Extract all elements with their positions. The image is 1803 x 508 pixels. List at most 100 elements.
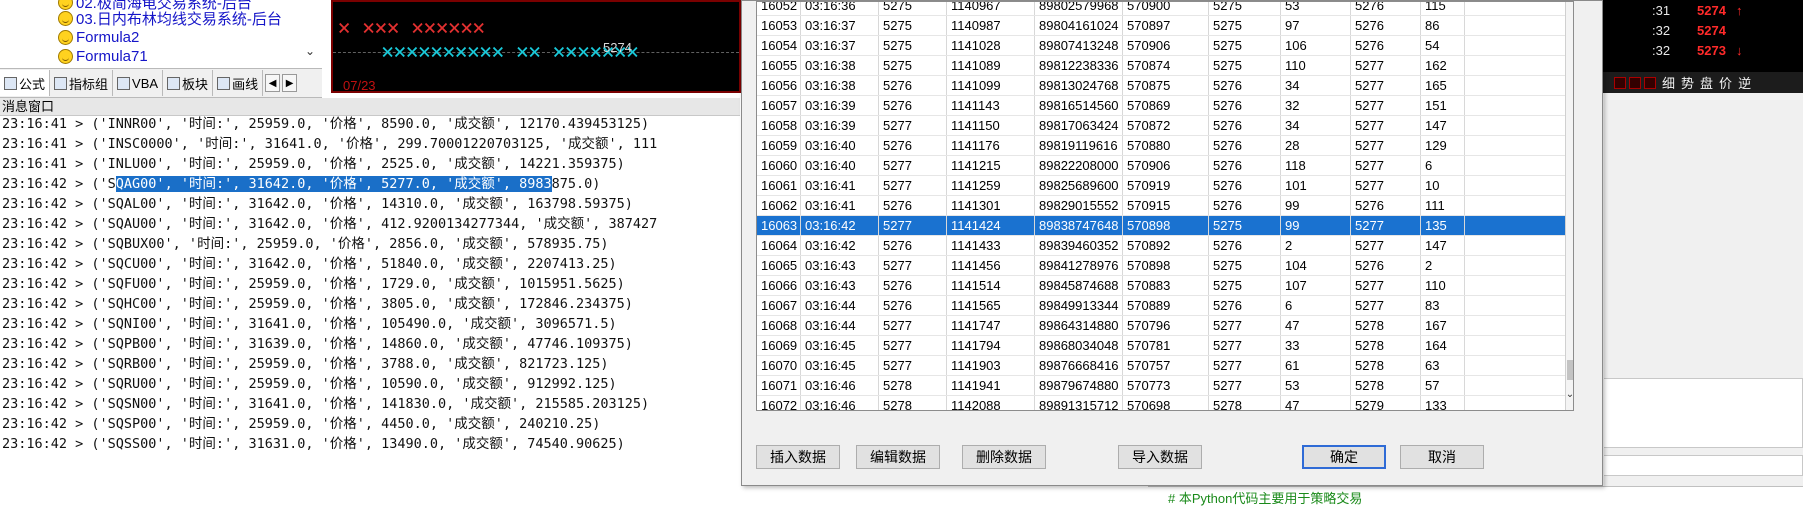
tab-vba[interactable]: VBA [113,70,164,96]
tabs-next-icon[interactable]: ▶ [282,74,298,92]
insert-data-button[interactable]: 插入数据 [756,445,840,469]
message-text: 23:16:42 > ('SQCU00', '时间:', 31642.0, '价… [2,256,617,272]
grid-scroll-down-icon[interactable]: ⌄ [1565,389,1573,400]
grid-cell-amount: 89825689600 [1035,176,1123,195]
grid-cell-open-interest: 570781 [1123,336,1209,355]
tab-label: 画线 [232,76,259,92]
grid-row[interactable]: 16058 03:16:39 5277 1141150 89817063424 57087… [757,116,1565,136]
quote-first-icon[interactable] [1614,76,1626,89]
cancel-button[interactable]: 取消 [1400,445,1484,469]
message-window-title: 消息窗口 [0,98,740,116]
grid-cell-time: 03:16:43 [801,256,879,275]
grid-cell-bid-price: 5276 [1209,76,1281,95]
grid-row[interactable]: 16064 03:16:42 5276 1141433 89839460352 57089… [757,236,1565,256]
grid-row[interactable]: 16063 03:16:42 5277 1141424 89838747648 57089… [757,216,1565,236]
message-text: 23:16:42 > ('SQHC00', '时间:', 25959.0, '价… [2,296,633,312]
tab-drawing[interactable]: 画线 [213,70,264,96]
tree-item-bollinger[interactable]: 03.日内布林均线交易系统-后台 [58,8,282,29]
tree-scroll-down-icon[interactable]: ⌄ [302,44,318,62]
quote-tab-price[interactable]: 价 [1719,73,1732,92]
right-input-box[interactable] [1604,455,1803,476]
import-data-button[interactable]: 导入数据 [1118,445,1202,469]
tab-indicator-group[interactable]: 指标组 [50,70,114,96]
grid-row[interactable]: 16062 03:16:41 5276 1141301 89829015552 57091… [757,196,1565,216]
message-window-body[interactable]: 23:16:41 > ('INNR00', '时间:', 25959.0, '价… [0,116,740,508]
tab-label: VBA [132,75,159,91]
grid-cell-ask-price: 5276 [1351,2,1421,15]
grid-row[interactable]: 16055 03:16:38 5275 1141089 89812238336 57087… [757,56,1565,76]
message-text: 23:16:41 > ('INSC0000', '时间:', 31641.0, … [2,136,658,152]
grid-row[interactable]: 16066 03:16:43 5276 1141514 89845874688 57088… [757,276,1565,296]
grid-row[interactable]: 16061 03:16:41 5277 1141259 89825689600 57091… [757,176,1565,196]
tick-price: 5274 [1697,23,1726,38]
grid-cell-ask-volume: 110 [1421,276,1465,295]
grid-cell-ask-price: 5278 [1351,356,1421,375]
grid-cell-time: 03:16:40 [801,156,879,175]
quote-tab-board[interactable]: 盘 [1700,73,1713,92]
message-text: 23:16:42 > ('SQPB00', '时间:', 31639.0, '价… [2,336,633,352]
grid-cell-open-interest: 570898 [1123,256,1209,275]
grid-row[interactable]: 16072 03:16:46 5278 1142088 89891315712 57069… [757,396,1565,410]
grid-cell-bid-volume: 99 [1281,196,1351,215]
grid-row[interactable]: 16057 03:16:39 5276 1141143 89816514560 57086… [757,96,1565,116]
tick-time: :31 [1652,3,1671,18]
grid-vscroll-thumb[interactable] [1567,360,1573,380]
grid-row[interactable]: 16067 03:16:44 5276 1141565 89849913344 57088… [757,296,1565,316]
message-line: 23:16:42 > ('SQSP00', '时间:', 25959.0, '价… [2,414,600,434]
grid-cell-open-interest: 570880 [1123,136,1209,155]
grid-cell-bid-volume: 33 [1281,336,1351,355]
grid-cell-open-interest: 570698 [1123,396,1209,410]
quote-tab-trend[interactable]: 势 [1681,73,1694,92]
grid-cell-time: 03:16:46 [801,376,879,395]
grid-cell-bid-price: 5275 [1209,36,1281,55]
formula-smile-icon [58,11,73,26]
delete-data-button[interactable]: 删除数据 [962,445,1046,469]
grid-cell-bid-price: 5275 [1209,2,1281,15]
grid-vertical-scrollbar[interactable]: ⌄ [1565,2,1573,410]
quote-prev-icon[interactable] [1629,76,1641,89]
tree-item-formula71[interactable]: Formula71 [58,46,148,67]
tree-item-label: Formula2 [76,29,140,46]
grid-row[interactable]: 16052 03:16:36 5275 1140967 89802579968 57090… [757,2,1565,16]
grid-row[interactable]: 16059 03:16:40 5276 1141176 89819119616 57088… [757,136,1565,156]
grid-cell-bid-volume: 97 [1281,16,1351,35]
quote-tab-reverse[interactable]: 逆 [1738,73,1751,92]
quote-tab-detail[interactable]: 细 [1662,73,1675,92]
edit-data-button[interactable]: 编辑数据 [856,445,940,469]
grid-cell-ask-volume: 133 [1421,396,1465,410]
quote-next-icon[interactable] [1644,76,1656,89]
ok-button[interactable]: 确定 [1302,445,1386,469]
grid-row[interactable]: 16070 03:16:45 5277 1141903 89876668416 57075… [757,356,1565,376]
grid-cell-bid-price: 5276 [1209,96,1281,115]
grid-row[interactable]: 16065 03:16:43 5277 1141456 89841278976 57089… [757,256,1565,276]
grid-cell-bid-price: 5276 [1209,116,1281,135]
grid-cell-ask-price: 5278 [1351,336,1421,355]
price-chart[interactable]: × × ××× ×××××× ×××××××××× ×× ××××××× 527… [331,0,741,93]
data-grid[interactable]: 16052 03:16:36 5275 1140967 89802579968 57090… [756,1,1574,411]
chart-price-label: 5274 [603,40,632,55]
tree-item-formula2[interactable]: Formula2 [58,27,139,48]
grid-cell-volume: 1141424 [947,216,1035,235]
grid-cell-price: 5277 [879,216,947,235]
grid-row[interactable]: 16060 03:16:40 5277 1141215 89822208000 57090… [757,156,1565,176]
grid-cell-ask-price: 5277 [1351,136,1421,155]
grid-row[interactable]: 16071 03:16:46 5278 1141941 89879674880 57077… [757,376,1565,396]
down-arrow-icon: ↓ [1736,43,1743,58]
tab-sector[interactable]: 板块 [163,70,214,96]
message-text: 23:16:42 > ('S [2,176,116,192]
grid-cell-ask-price: 5277 [1351,76,1421,95]
tabs-prev-icon[interactable]: ◀ [265,74,281,92]
tab-formula[interactable]: 公式 [0,70,51,96]
grid-cell-ask-volume: 2 [1421,256,1465,275]
grid-cell-open-interest: 570889 [1123,296,1209,315]
grid-row[interactable]: 16056 03:16:38 5276 1141099 89813024768 57087… [757,76,1565,96]
grid-row[interactable]: 16053 03:16:37 5275 1140987 89804161024 57089… [757,16,1565,36]
grid-row[interactable]: 16069 03:16:45 5277 1141794 89868034048 57078… [757,336,1565,356]
grid-cell-open-interest: 570773 [1123,376,1209,395]
grid-cell-seq: 16056 [757,76,801,95]
message-line: 23:16:42 > ('SQAU00', '时间:', 31642.0, '价… [2,214,657,234]
grid-row[interactable]: 16068 03:16:44 5277 1141747 89864314880 57079… [757,316,1565,336]
grid-row[interactable]: 16054 03:16:37 5275 1141028 89807413248 57090… [757,36,1565,56]
grid-cell-ask-volume: 147 [1421,116,1465,135]
python-code-editor[interactable]: # 本Python代码主要用于策略交易 [1148,486,1803,508]
